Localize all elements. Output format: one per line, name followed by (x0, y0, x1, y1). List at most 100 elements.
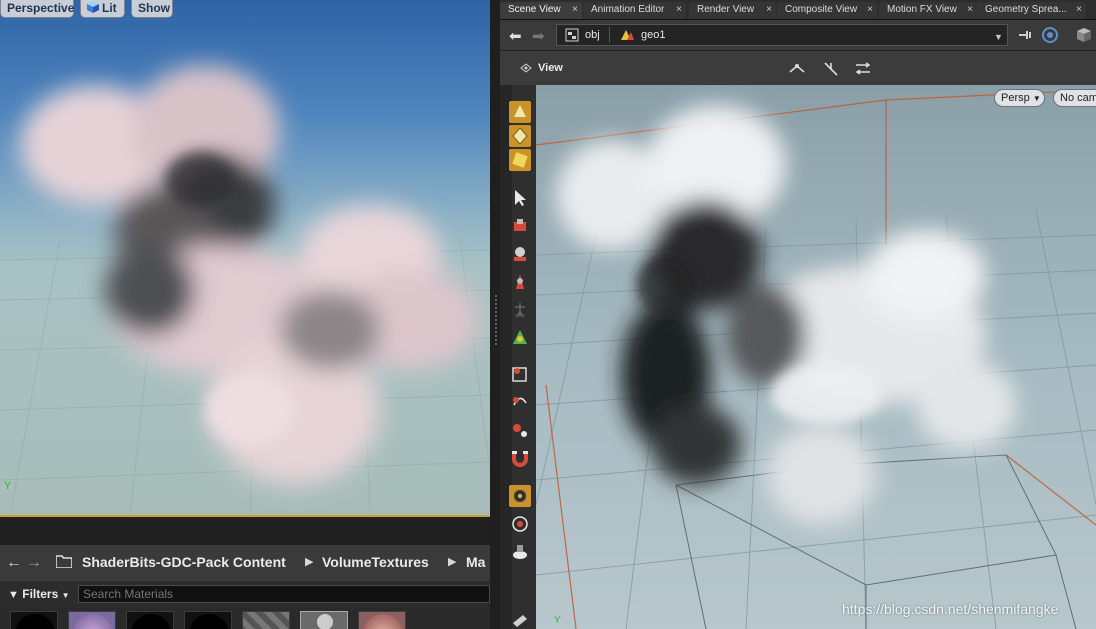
snap-grid-icon[interactable] (788, 60, 806, 78)
asset-thumbnail[interactable] (126, 611, 174, 629)
cube-icon[interactable] (1075, 26, 1093, 44)
tab-animation-editor[interactable]: Animation Editor × (583, 2, 686, 19)
view-menu-icon[interactable] (520, 62, 532, 74)
snap-point-icon[interactable] (822, 60, 840, 78)
select-tool-button[interactable] (509, 187, 531, 209)
view-tool-button[interactable] (509, 485, 531, 507)
close-icon[interactable]: × (867, 2, 873, 17)
tab-render-view[interactable]: Render View × (689, 2, 776, 19)
breadcrumb-separator-icon[interactable]: ▶ (305, 555, 313, 568)
path-node-geo1[interactable]: geo1 (641, 29, 665, 41)
breadcrumb-volumetextures[interactable]: VolumeTextures (322, 554, 429, 570)
unreal-viewport[interactable]: Perspective Lit Show Y (0, 0, 490, 516)
forward-arrow-icon[interactable]: → (26, 554, 42, 572)
select-objects-button[interactable] (509, 101, 531, 123)
tab-label: Render View (697, 4, 755, 15)
asset-thumbnail[interactable] (10, 611, 58, 629)
close-icon[interactable]: × (967, 2, 973, 17)
ground-grid (536, 89, 1096, 629)
no-cam-menu[interactable]: No cam (1053, 89, 1096, 107)
pin-icon[interactable] (1017, 26, 1035, 44)
back-arrow-icon[interactable]: ← (6, 554, 22, 572)
path-root-obj[interactable]: obj (585, 29, 600, 41)
network-icon (565, 28, 579, 42)
axis-indicator: Y (554, 615, 561, 626)
magnet-icon (512, 451, 528, 467)
dynamics-select-icon (512, 152, 528, 168)
tab-scene-view[interactable]: Scene View × (500, 2, 582, 19)
viewer-toolbar: View (500, 51, 1096, 86)
cloud-volume (556, 105, 1016, 525)
breadcrumb-materials[interactable]: Ma (466, 554, 485, 570)
divider-grip[interactable] (495, 295, 499, 345)
scale-tool-icon (513, 424, 527, 437)
close-icon[interactable]: × (1076, 2, 1082, 17)
asset-thumbnail[interactable] (358, 611, 406, 629)
breadcrumb-separator-icon[interactable]: ▶ (448, 555, 456, 568)
camera-label: Persp (1001, 92, 1030, 104)
rotate-tool-button[interactable] (509, 391, 531, 413)
render-region-icon (512, 516, 528, 532)
camera-tool-button[interactable] (509, 541, 531, 563)
filters-button[interactable]: ▼ Filters ▼ (8, 585, 72, 603)
show-button[interactable]: Show (131, 0, 173, 18)
filter-funnel-icon: ▼ (8, 589, 19, 601)
show-label: Show (138, 1, 170, 15)
search-materials-input[interactable] (78, 585, 490, 603)
render-region-button[interactable] (509, 513, 531, 535)
lit-button[interactable]: Lit (80, 0, 125, 18)
select-geometry-button[interactable] (509, 125, 531, 147)
rotate-tool-icon (513, 397, 527, 406)
close-icon[interactable]: × (766, 2, 772, 17)
perspective-button[interactable]: Perspective (0, 0, 74, 18)
close-icon[interactable]: × (676, 2, 682, 17)
display-options-button[interactable] (509, 609, 531, 629)
chevron-down-icon: ▼ (1032, 94, 1041, 103)
pose-tool-button[interactable] (509, 243, 531, 265)
translate-tool-button[interactable] (509, 363, 531, 385)
path-separator (609, 27, 610, 43)
handle-tool-button[interactable] (509, 215, 531, 237)
forward-arrow-icon[interactable]: ➡ (532, 27, 545, 45)
geo-node-icon (621, 30, 634, 40)
tab-composite-view[interactable]: Composite View × (777, 2, 877, 19)
scale-tool-button[interactable] (509, 419, 531, 441)
skeleton-tool-button[interactable] (509, 299, 531, 321)
path-field[interactable]: obj geo1 ▼ (556, 24, 1008, 46)
tab-label: Composite View (785, 4, 858, 15)
ground-grid (0, 65, 490, 516)
houdini-tab-bar: Scene View × Animation Editor × Render V… (500, 0, 1096, 20)
pose-tool-icon (514, 247, 526, 261)
tab-label: Scene View (508, 4, 561, 15)
filter-bar: ▼ Filters ▼ (0, 581, 490, 607)
tab-geometry-spreadsheet[interactable]: Geometry Sprea... × (977, 2, 1086, 19)
back-arrow-icon[interactable]: ⬅ (509, 27, 522, 45)
asset-thumbnail[interactable] (184, 611, 232, 629)
magnet-tool-button[interactable] (509, 447, 531, 469)
select-dynamics-button[interactable] (509, 149, 531, 171)
asset-thumbnail[interactable] (300, 611, 348, 629)
transform-tool-icon (513, 330, 527, 344)
link-circle-icon[interactable] (1041, 26, 1059, 44)
camera-menu[interactable]: Persp ▼ (994, 89, 1045, 107)
watermark-url: https://blog.csdn.net/shenmifangke (842, 601, 1059, 617)
breadcrumb-content[interactable]: ShaderBits-GDC-Pack Content (82, 554, 286, 570)
arrow-cursor-icon (515, 190, 526, 206)
translate-tool-icon (512, 367, 527, 382)
transform-tool-button[interactable] (509, 327, 531, 349)
camera-tool-icon (513, 545, 527, 559)
tab-motion-fx-view[interactable]: Motion FX View × (879, 2, 977, 19)
chevron-down-icon: ▼ (61, 591, 70, 600)
close-icon[interactable]: × (572, 2, 578, 17)
chevron-down-icon[interactable]: ▼ (994, 32, 1003, 42)
no-cam-label: No cam (1060, 92, 1096, 104)
asset-thumbnail[interactable] (68, 611, 116, 629)
bone-tool-button[interactable] (509, 271, 531, 293)
folder-icon[interactable] (56, 555, 72, 568)
snap-options-icon[interactable] (854, 60, 872, 78)
view-menu[interactable]: View (538, 62, 563, 74)
bone-tool-icon (516, 274, 524, 289)
handle-tool-icon (514, 219, 526, 231)
houdini-viewport[interactable]: Persp ▼ No cam Y (536, 85, 1096, 629)
asset-thumbnail[interactable] (242, 611, 290, 629)
